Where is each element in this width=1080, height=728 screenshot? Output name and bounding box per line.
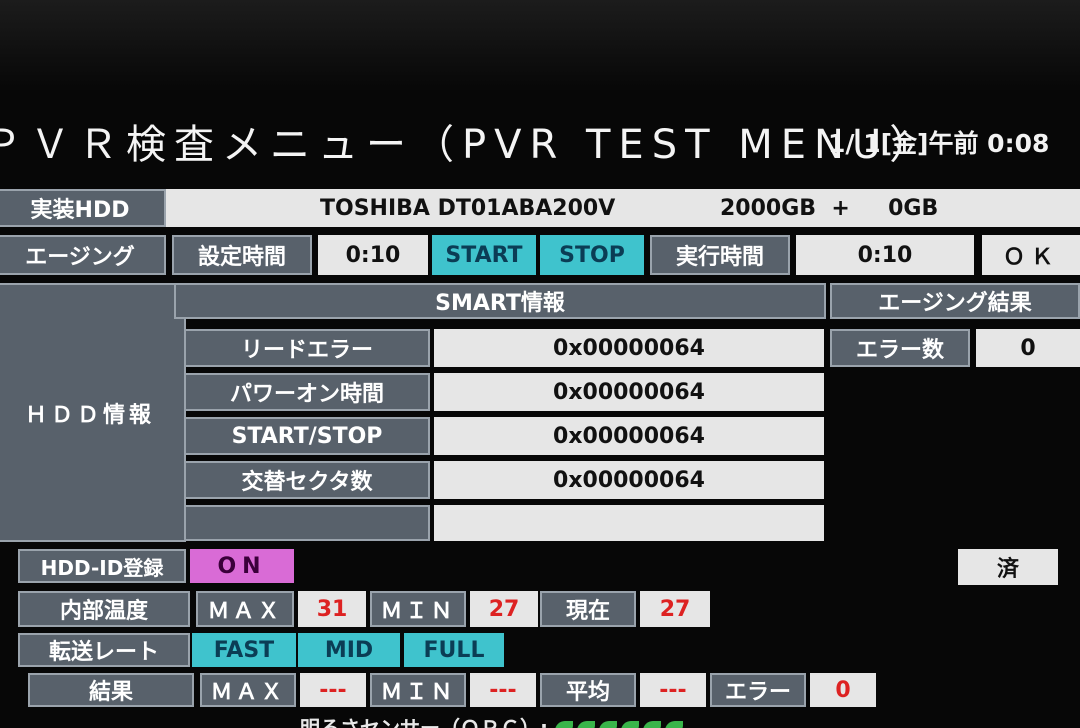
hdd-id-done: 済 [958,549,1058,585]
sensor-level-icon [554,716,687,728]
smart-header: SMART情報 [174,283,826,319]
result-label: 結果 [28,673,194,707]
smart-row-label [184,505,430,541]
hdd-model-field: TOSHIBA DT01ABA200V 2000GB + 0GB [166,189,1080,227]
aging-result-header: エージング結果 [830,283,1080,319]
temp-max-label: ＭＡＸ [196,591,294,627]
stop-button[interactable]: STOP [540,235,644,275]
temp-min-value: 27 [470,591,538,627]
hdd-id-label: HDD-ID登録 [18,549,186,583]
smart-row-value [434,505,824,541]
clock: 1/ 1[金]午前 0:08 [828,129,1050,158]
result-avg-value: --- [640,673,706,707]
temperature-label: 内部温度 [18,591,190,627]
ok-button[interactable]: ＯＫ [982,235,1080,275]
temp-current-label: 現在 [540,591,636,627]
error-count-value: 0 [976,329,1080,367]
result-min-label: ＭＩＮ [370,673,466,707]
bezel-shadow [0,0,1080,92]
hdd-capacity: 2000GB + 0GB [720,195,939,221]
temp-max-value: 31 [298,591,366,627]
result-error-label: エラー [710,673,806,707]
smart-row-label: START/STOP [184,417,430,455]
smart-row-value: 0x00000064 [434,461,824,499]
sensor-label: 明るさセンサー（ＯＰＣ）: [300,716,548,728]
transfer-mid-button[interactable]: MID [298,633,400,667]
run-time-label: 実行時間 [650,235,790,275]
transfer-full-button[interactable]: FULL [404,633,504,667]
temp-current-value: 27 [640,591,710,627]
smart-row-label: リードエラー [184,329,430,367]
hdd-label: 実装HDD [0,189,166,227]
set-time-label: 設定時間 [172,235,312,275]
temp-min-label: ＭＩＮ [370,591,466,627]
smart-row-value: 0x00000064 [434,417,824,455]
set-time-value[interactable]: 0:10 [318,235,428,275]
result-avg-label: 平均 [540,673,636,707]
transfer-rate-label: 転送レート [18,633,190,667]
run-time-value: 0:10 [796,235,974,275]
sensor-row: 明るさセンサー（ＯＰＣ）: [300,712,687,728]
result-min-value: --- [470,673,536,707]
start-button[interactable]: START [432,235,536,275]
result-error-value: 0 [810,673,876,707]
hdd-id-toggle[interactable]: ON [190,549,294,583]
aging-label: エージング [0,235,166,275]
smart-row-label: パワーオン時間 [184,373,430,411]
transfer-fast-button[interactable]: FAST [192,633,296,667]
error-count-label: エラー数 [830,329,970,367]
result-max-value: --- [300,673,366,707]
smart-row-value: 0x00000064 [434,329,824,367]
hdd-info-label: ＨＤＤ情報 [0,283,186,542]
hdd-model: TOSHIBA DT01ABA200V [320,195,616,221]
smart-row-label: 交替セクタ数 [184,461,430,499]
result-max-label: ＭＡＸ [200,673,296,707]
page-title: ＰＶＲ検査メニュー（PVR TEST MENU） [0,122,938,168]
smart-row-value: 0x00000064 [434,373,824,411]
